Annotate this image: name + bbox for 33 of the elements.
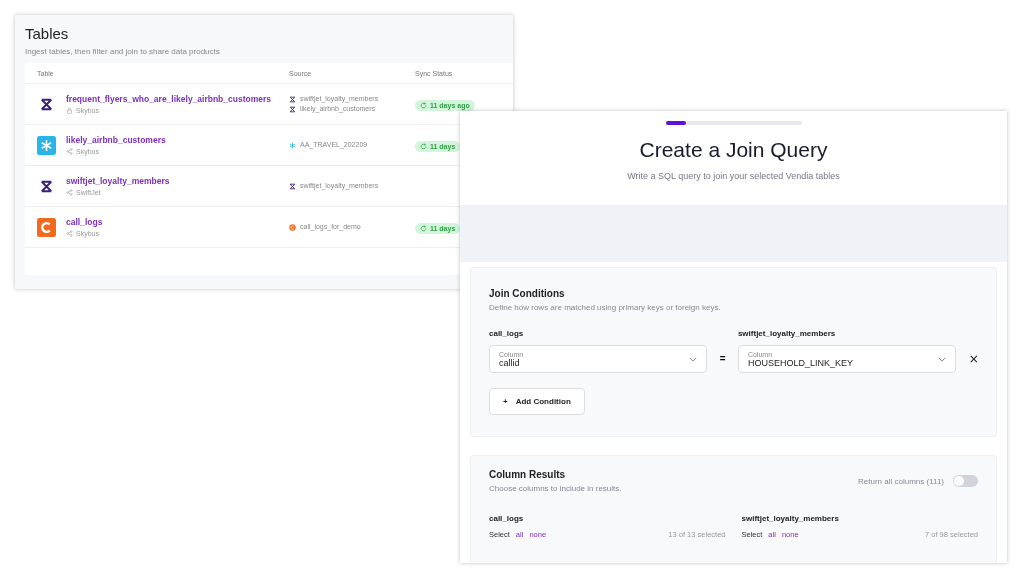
table-name-link[interactable]: call_logs [66,217,103,227]
table-name-link[interactable]: likely_airbnb_customers [66,135,166,145]
table-label: swiftjet_loyalty_members [741,514,840,523]
close-icon[interactable] [970,355,978,363]
section-subtitle: Choose columns to include in results. [489,484,622,493]
equals-sign: = [718,352,727,366]
dialog-subtitle: Write a SQL query to join your selected Vendia tables [627,171,840,181]
toggle-label: Return all columns (111) [858,476,944,486]
page-title: Tables [25,25,70,42]
refresh-icon [420,225,427,232]
crossed-chevrons-icon [289,105,296,113]
page-subtitle: Ingest tables, then filter and join to share data products [25,47,221,56]
section-subtitle: Define how rows are matched using primary keys or foreign keys. [489,303,722,312]
snowflake-icon [289,141,296,149]
table-label: swiftjet_loyalty_members [737,329,837,338]
table-label: call_logs [489,329,525,338]
crossed-chevrons-icon [289,95,296,103]
add-condition-button[interactable]: + Add Condition [489,388,585,415]
toggle-switch[interactable] [953,475,978,487]
table-name-link[interactable]: frequent_flyers_who_are_likely_airbnb_customers [66,94,272,104]
table-name-link[interactable]: swiftjet_loyalty_members [66,176,170,186]
refresh-icon [420,102,427,109]
snowflake-logo-icon [37,135,56,155]
c-letter-icon [289,223,296,231]
crossed-chevrons-icon [289,182,296,190]
table-label: call_logs [489,514,525,523]
dialog-title: Create a Join Query [639,138,828,162]
chevron-down-icon [689,356,698,362]
c-letter-logo-icon [37,217,56,237]
chevron-down-icon [938,356,947,362]
section-title: Column Results [489,469,567,480]
refresh-icon [420,143,427,150]
section-title: Join Conditions [489,288,566,299]
